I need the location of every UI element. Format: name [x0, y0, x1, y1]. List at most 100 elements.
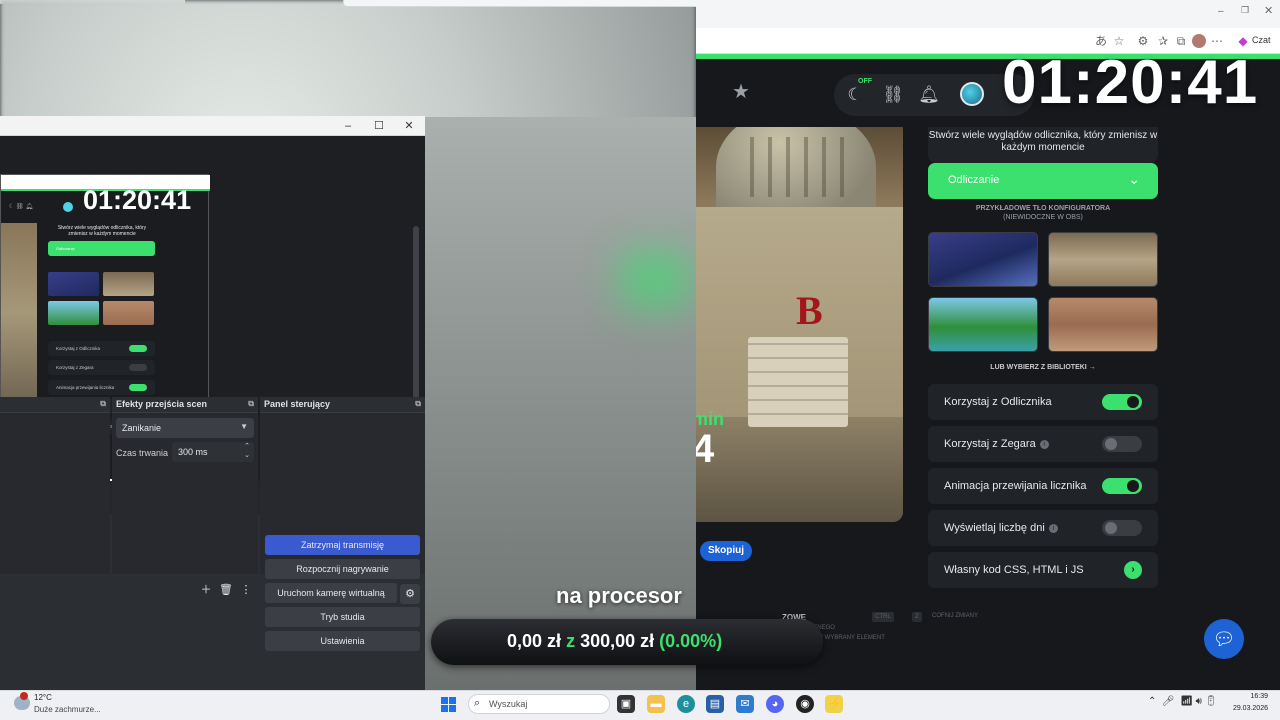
- mini-thumb: [48, 272, 99, 296]
- trash-icon[interactable]: 🗑︎: [219, 583, 233, 597]
- moon-icon[interactable]: ☾: [842, 82, 868, 108]
- amount-current: 0,00 zł: [507, 631, 562, 651]
- settings-button[interactable]: Ustawienia: [265, 631, 420, 651]
- popout-icon[interactable]: ⧉: [100, 399, 106, 409]
- info-icon[interactable]: i: [1048, 523, 1058, 533]
- duration-input[interactable]: 300 ms ⌃ ⌄: [172, 442, 254, 462]
- translate-icon[interactable]: あ: [1094, 34, 1108, 48]
- option-clock[interactable]: Korzystaj z Zegara i: [928, 426, 1158, 462]
- hint-ctrl: CTRL: [872, 612, 894, 622]
- minimize-icon[interactable]: –: [340, 118, 356, 134]
- more-vertical-icon[interactable]: ⋮: [239, 583, 253, 597]
- close-icon[interactable]: ✕: [401, 118, 417, 134]
- transition-select[interactable]: Zanikanie ▼: [116, 418, 254, 438]
- mini-nav-icons: ☾ ⛓ 🔔︎: [9, 204, 33, 210]
- copilot-icon[interactable]: ◆: [1236, 34, 1250, 48]
- file-explorer-icon[interactable]: ▬: [647, 695, 665, 713]
- weather-alert-badge: [20, 692, 28, 700]
- create-description: Stwórz wiele wyglądów odlicznika, który …: [928, 127, 1158, 163]
- star-icon[interactable]: ★: [732, 79, 750, 104]
- favorites-icon[interactable]: ✰: [1156, 34, 1170, 48]
- spinner-icon[interactable]: ⌃ ⌄: [244, 442, 250, 460]
- library-link[interactable]: LUB WYBIERZ Z BIBLIOTEKI →: [928, 364, 1158, 371]
- popout-icon[interactable]: ⧉: [415, 399, 421, 409]
- option-days[interactable]: Wyświetlaj liczbę dni i: [928, 510, 1158, 546]
- mail-icon[interactable]: ✉: [736, 695, 754, 713]
- weather-description[interactable]: Duże zachmurze...: [34, 705, 101, 714]
- extensions-icon[interactable]: ⚙: [1136, 34, 1150, 48]
- toggle-switch[interactable]: [1102, 394, 1142, 410]
- search-placeholder: Wyszukaj: [489, 699, 528, 709]
- info-icon[interactable]: i: [1039, 439, 1049, 449]
- option-label: Korzystaj z Odlicznika: [944, 396, 1052, 408]
- library-link-label: LUB WYBIERZ Z BIBLIOTEKI: [990, 364, 1087, 371]
- arrow-right-icon[interactable]: ›: [1124, 561, 1142, 579]
- toggle-switch[interactable]: [1102, 478, 1142, 494]
- gear-icon[interactable]: ⚙: [400, 584, 420, 604]
- toggle-switch[interactable]: [1102, 436, 1142, 452]
- bg-title: PRZYKŁADOWE TŁO KONFIGURATORA: [975, 205, 1111, 212]
- obs-icon[interactable]: ◉: [796, 695, 814, 713]
- studio-mode-button[interactable]: Tryb studia: [265, 607, 420, 627]
- maximize-icon[interactable]: ❐: [1241, 5, 1249, 16]
- copy-button[interactable]: Skopiuj: [700, 541, 752, 561]
- toggle-switch[interactable]: [1102, 520, 1142, 536]
- add-icon[interactable]: ＋: [199, 583, 213, 597]
- option-custom-code[interactable]: Własny kod CSS, HTML i JS ›: [928, 552, 1158, 588]
- bookmark-star-icon[interactable]: ☆: [1112, 34, 1126, 48]
- dock-header-sources: ⧉: [0, 397, 110, 413]
- maximize-icon[interactable]: ☐: [371, 118, 387, 134]
- taskbar: [0, 690, 1280, 720]
- clock-date[interactable]: 29.03.2026: [1226, 705, 1268, 712]
- bg-thumb-minecraft[interactable]: [928, 297, 1038, 352]
- chat-label[interactable]: Czat: [1252, 35, 1271, 45]
- avatar[interactable]: [960, 82, 984, 106]
- clock-time[interactable]: 16:39: [1226, 693, 1268, 700]
- option-label: Korzystaj z Zegara: [944, 438, 1036, 450]
- site-navbar: ★ ☾ OFF ⛓ 🔔︎ 01:20:41: [696, 48, 1280, 127]
- stop-stream-button[interactable]: Zatrzymaj transmisję: [265, 535, 420, 555]
- dock-header-transitions: Efekty przejścia scen ⧉: [112, 397, 258, 413]
- mini-timer: 01:20:41: [83, 185, 192, 215]
- bg-thumb-dust[interactable]: [1048, 232, 1158, 287]
- background-section-title: PRZYKŁADOWE TŁO KONFIGURATORA (NIEWIDOCZ…: [928, 204, 1158, 222]
- caret-down-icon: ▼: [240, 422, 248, 431]
- chat-bubble-icon[interactable]: 💬︎: [1204, 619, 1244, 659]
- more-icon[interactable]: ⋯: [1210, 34, 1224, 48]
- close-icon[interactable]: ✕: [1264, 4, 1273, 17]
- start-recording-button[interactable]: Rozpocznij nagrywanie: [265, 559, 420, 579]
- link-icon[interactable]: ⛓: [880, 82, 906, 108]
- browser-titlebar: – ❐ ✕: [696, 0, 1280, 28]
- edge-icon[interactable]: e: [677, 695, 695, 713]
- profile-avatar-icon[interactable]: [1192, 34, 1206, 48]
- option-label: Wyświetlaj liczbę dni: [944, 522, 1045, 534]
- collections-icon[interactable]: ⧉: [1174, 34, 1188, 48]
- store-icon[interactable]: ▤: [706, 695, 724, 713]
- obs-titlebar: – ☐ ✕: [0, 116, 425, 136]
- bell-icon[interactable]: 🔔︎: [916, 82, 942, 108]
- dome-pattern: [736, 137, 856, 197]
- system-tray-icons[interactable]: ⌃ 🎤︎ 📶︎ 🔊︎ 🔋︎: [1148, 696, 1217, 707]
- weather-temperature[interactable]: 12°C: [34, 693, 52, 702]
- mode-dropdown[interactable]: Odliczanie ⌄: [928, 163, 1158, 199]
- minimize-icon[interactable]: –: [1218, 6, 1224, 17]
- amount-separator: z: [566, 631, 576, 651]
- option-counter[interactable]: Korzystaj z Odlicznika: [928, 384, 1158, 420]
- desktop: – ❐ ✕ あ ☆ ⚙ ✰ ⧉ ⋯ ◆ Czat ★ ☾ OFF ⛓ 🔔︎ 01: [0, 0, 1280, 690]
- amount-goal: 300,00 zł: [580, 631, 655, 651]
- option-label: Animacja przewijania licznika: [944, 480, 1087, 492]
- partial-number: 4: [696, 427, 715, 471]
- app-icon[interactable]: ⚡: [825, 695, 843, 713]
- bombsite-b-mark: B: [796, 288, 823, 333]
- windows-start-icon[interactable]: [441, 697, 456, 712]
- discord-icon[interactable]: ◕: [766, 695, 784, 713]
- popout-icon[interactable]: ⧉: [248, 399, 254, 409]
- option-label: Własny kod CSS, HTML i JS: [944, 564, 1084, 576]
- task-view-icon[interactable]: ▣: [617, 695, 635, 713]
- option-animation[interactable]: Animacja przewijania licznika: [928, 468, 1158, 504]
- virtual-camera-button[interactable]: Uruchom kamerę wirtualną: [265, 583, 397, 603]
- bg-thumb-night[interactable]: [928, 232, 1038, 287]
- bg-thumb-village[interactable]: [1048, 297, 1158, 352]
- taskbar-search[interactable]: ⌕ Wyszukaj: [468, 694, 610, 714]
- timer-overlay: 01:20:41: [1002, 48, 1259, 117]
